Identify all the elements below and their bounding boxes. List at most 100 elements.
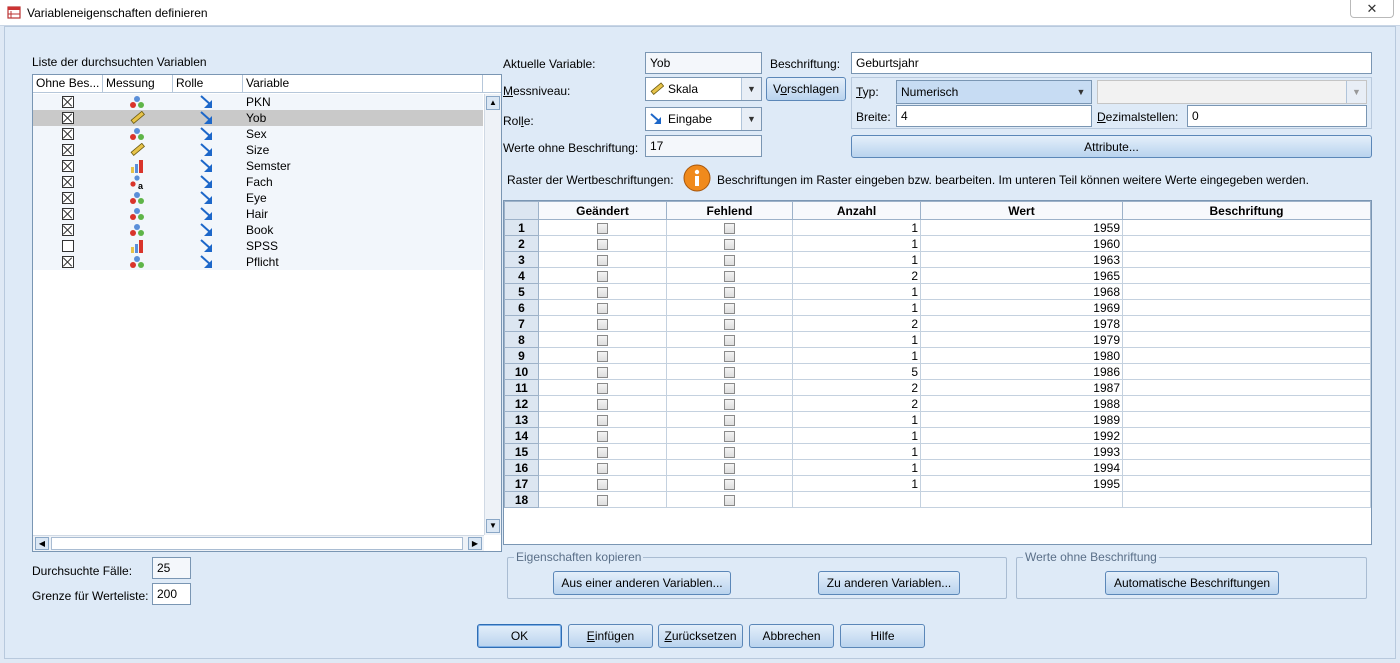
grid-row[interactable]: 10 5 1986	[504, 363, 1371, 380]
value-cell[interactable]: 1988	[920, 395, 1123, 412]
variable-row[interactable]: SPSS	[33, 238, 483, 254]
missing-cell[interactable]	[666, 363, 793, 380]
grid-header-count[interactable]: Anzahl	[792, 201, 921, 220]
value-cell[interactable]: 1994	[920, 459, 1123, 476]
value-cell[interactable]: 1989	[920, 411, 1123, 428]
value-cell[interactable]: 1963	[920, 251, 1123, 268]
grid-header-value[interactable]: Wert	[920, 201, 1123, 220]
scroll-right-arrow-icon[interactable]: ▶	[468, 537, 482, 550]
variable-row[interactable]: Eye	[33, 190, 483, 206]
changed-checkbox[interactable]	[597, 366, 608, 378]
missing-cell[interactable]	[666, 235, 793, 252]
row-number[interactable]: 18	[504, 491, 539, 508]
changed-checkbox[interactable]	[597, 270, 608, 282]
row-number[interactable]: 12	[504, 395, 539, 412]
changed-cell[interactable]	[538, 475, 667, 492]
measure-select[interactable]: Skala ▼	[645, 77, 762, 101]
grid-header-changed[interactable]: Geändert	[538, 201, 667, 220]
help-button[interactable]: Hilfe	[840, 624, 925, 648]
paste-button[interactable]: Einfügen	[568, 624, 653, 648]
label-cell[interactable]	[1122, 219, 1371, 236]
value-cell[interactable]: 1995	[920, 475, 1123, 492]
label-cell[interactable]	[1122, 411, 1371, 428]
cancel-button[interactable]: Abbrechen	[749, 624, 834, 648]
missing-checkbox[interactable]	[724, 238, 735, 250]
label-cell[interactable]	[1122, 459, 1371, 476]
grid-row[interactable]: 16 1 1994	[504, 459, 1371, 476]
grid-row[interactable]: 9 1 1980	[504, 347, 1371, 364]
include-checkbox[interactable]	[62, 144, 74, 156]
hscroll-thumb[interactable]	[51, 537, 463, 550]
missing-cell[interactable]	[666, 251, 793, 268]
missing-cell[interactable]	[666, 459, 793, 476]
missing-cell[interactable]	[666, 219, 793, 236]
missing-checkbox[interactable]	[724, 334, 735, 346]
copy-from-variable-button[interactable]: Aus einer anderen Variablen...	[553, 571, 731, 595]
grid-row[interactable]: 13 1 1989	[504, 411, 1371, 428]
value-cell[interactable]: 1968	[920, 283, 1123, 300]
changed-cell[interactable]	[538, 219, 667, 236]
row-number[interactable]: 15	[504, 443, 539, 460]
variable-row[interactable]: Semster	[33, 158, 483, 174]
label-cell[interactable]	[1122, 395, 1371, 412]
label-cell[interactable]	[1122, 315, 1371, 332]
row-number[interactable]: 11	[504, 379, 539, 396]
row-number[interactable]: 17	[504, 475, 539, 492]
label-cell[interactable]	[1122, 491, 1371, 508]
label-cell[interactable]	[1122, 251, 1371, 268]
role-select[interactable]: Eingabe ▼	[645, 107, 762, 131]
changed-checkbox[interactable]	[597, 414, 608, 426]
missing-checkbox[interactable]	[724, 462, 735, 474]
label-cell[interactable]	[1122, 267, 1371, 284]
value-cell[interactable]: 1986	[920, 363, 1123, 380]
missing-checkbox[interactable]	[724, 286, 735, 298]
missing-cell[interactable]	[666, 443, 793, 460]
value-cell[interactable]: 1980	[920, 347, 1123, 364]
changed-cell[interactable]	[538, 427, 667, 444]
missing-checkbox[interactable]	[724, 366, 735, 378]
scroll-down-arrow-icon[interactable]: ▼	[486, 519, 500, 533]
label-cell[interactable]	[1122, 299, 1371, 316]
variable-list-hscrollbar[interactable]: ◀ ▶	[33, 535, 484, 551]
value-cell[interactable]: 1960	[920, 235, 1123, 252]
changed-checkbox[interactable]	[597, 238, 608, 250]
variable-row[interactable]: Hair	[33, 206, 483, 222]
missing-cell[interactable]	[666, 299, 793, 316]
row-number[interactable]: 2	[504, 235, 539, 252]
missing-checkbox[interactable]	[724, 254, 735, 266]
row-number[interactable]: 4	[504, 267, 539, 284]
variable-list[interactable]: Ohne Bes... Messung Rolle Variable PKN Yo…	[32, 74, 502, 552]
label-cell[interactable]	[1122, 331, 1371, 348]
include-checkbox[interactable]	[62, 128, 74, 140]
changed-cell[interactable]	[538, 267, 667, 284]
variable-row[interactable]: Book	[33, 222, 483, 238]
value-cell[interactable]: 1978	[920, 315, 1123, 332]
row-number[interactable]: 13	[504, 411, 539, 428]
row-number[interactable]: 16	[504, 459, 539, 476]
missing-checkbox[interactable]	[724, 478, 735, 490]
missing-checkbox[interactable]	[724, 318, 735, 330]
variable-row[interactable]: Sex	[33, 126, 483, 142]
grid-header-missing[interactable]: Fehlend	[666, 201, 793, 220]
missing-cell[interactable]	[666, 315, 793, 332]
value-cell[interactable]: 1965	[920, 267, 1123, 284]
label-cell[interactable]	[1122, 363, 1371, 380]
include-checkbox[interactable]	[62, 224, 74, 236]
include-checkbox[interactable]	[62, 112, 74, 124]
changed-cell[interactable]	[538, 363, 667, 380]
grid-row[interactable]: 2 1 1960	[504, 235, 1371, 252]
row-number[interactable]: 3	[504, 251, 539, 268]
missing-cell[interactable]	[666, 427, 793, 444]
variable-row[interactable]: PKN	[33, 94, 483, 110]
close-button[interactable]: ✕	[1350, 0, 1394, 18]
variable-list-vscrollbar[interactable]: ▲ ▼	[484, 94, 501, 535]
changed-cell[interactable]	[538, 379, 667, 396]
grid-row[interactable]: 17 1 1995	[504, 475, 1371, 492]
missing-cell[interactable]	[666, 283, 793, 300]
missing-cell[interactable]	[666, 347, 793, 364]
value-cell[interactable]: 1959	[920, 219, 1123, 236]
type-select[interactable]: Numerisch ▼	[896, 80, 1092, 104]
scroll-left-arrow-icon[interactable]: ◀	[35, 537, 49, 550]
col-header-variable[interactable]: Variable	[243, 75, 483, 93]
col-header-role[interactable]: Rolle	[173, 75, 243, 93]
